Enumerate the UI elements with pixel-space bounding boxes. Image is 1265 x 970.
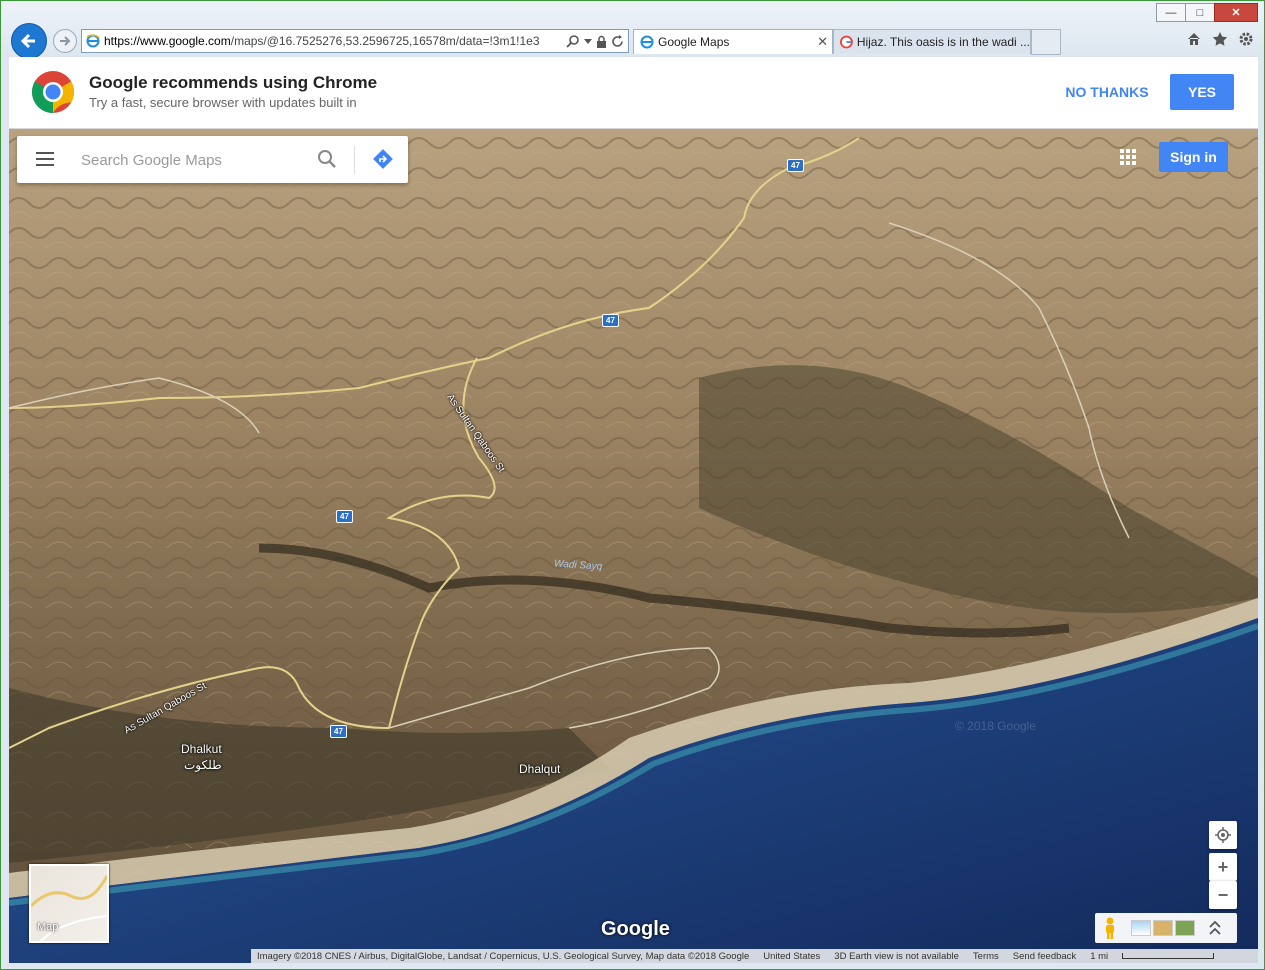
tab-label: Google Maps	[658, 35, 730, 49]
window-controls: — □ ✕	[1156, 3, 1258, 22]
tab-hijaz[interactable]: Hijaz. This oasis is in the wadi ...	[833, 29, 1031, 54]
gear-icon[interactable]	[1238, 31, 1254, 47]
close-window-button[interactable]: ✕	[1214, 3, 1258, 22]
url-text: https://www.google.com/maps/@16.7525276,…	[104, 34, 566, 48]
imagery-thumb-3[interactable]	[1175, 920, 1195, 936]
arrow-left-icon	[20, 33, 35, 49]
address-bar[interactable]: https://www.google.com/maps/@16.7525276,…	[81, 29, 629, 53]
route-47-shield: 47	[336, 510, 353, 523]
scale-bar	[1122, 953, 1215, 959]
chrome-logo-icon	[31, 71, 75, 114]
map-type-toggle[interactable]: Map	[29, 864, 109, 943]
ie-page-icon	[640, 35, 654, 49]
google-apps-icon[interactable]	[1119, 148, 1137, 166]
no-thanks-button[interactable]: NO THANKS	[1059, 74, 1155, 110]
chrome-promo-banner: Google recommends using Chrome Try a fas…	[9, 57, 1258, 129]
dropdown-arrow-icon[interactable]	[584, 37, 592, 45]
refresh-icon[interactable]	[611, 34, 624, 48]
new-tab-button[interactable]	[1031, 29, 1061, 55]
browser-window: — □ ✕ https://www.google.com/maps/@16.75…	[0, 0, 1265, 970]
scale-label[interactable]: 1 mi	[1090, 951, 1108, 962]
close-icon[interactable]: ✕	[817, 34, 828, 50]
zoom-out-button[interactable]: −	[1209, 881, 1237, 909]
place-label-dhalkut-arabic[interactable]: طلكوت	[184, 758, 222, 772]
search-divider	[354, 146, 355, 174]
zoom-in-button[interactable]: +	[1209, 853, 1237, 881]
lock-icon[interactable]	[596, 35, 607, 48]
my-location-button[interactable]	[1209, 821, 1237, 849]
title-bar: — □ ✕ https://www.google.com/maps/@16.75…	[1, 1, 1264, 59]
minimap-label: Map	[37, 921, 59, 933]
maximize-button[interactable]: □	[1185, 3, 1215, 22]
tab-label: Hijaz. This oasis is in the wadi ...	[856, 35, 1030, 49]
sign-in-button[interactable]: Sign in	[1159, 142, 1228, 172]
minimize-button[interactable]: —	[1156, 3, 1186, 22]
pegman-icon[interactable]	[1103, 917, 1117, 939]
satellite-map[interactable]: Sign in 47 47 47 47 As Sultan Qaboos St …	[9, 128, 1258, 963]
place-label-dhalqut[interactable]: Dhalqut	[519, 762, 560, 776]
route-47-shield: 47	[602, 314, 619, 327]
route-47-shield: 47	[787, 159, 804, 172]
place-label-dhalkut[interactable]: Dhalkut	[181, 742, 222, 756]
ie-page-icon	[86, 34, 100, 48]
url-host: https://www.google.com	[104, 34, 231, 48]
imagery-thumb-1[interactable]	[1131, 920, 1151, 936]
chevron-up-icon[interactable]	[1209, 921, 1221, 935]
location-target-icon	[1215, 827, 1231, 843]
browser-tools	[1186, 31, 1254, 47]
search-box[interactable]	[17, 136, 408, 183]
google-favicon-icon	[840, 35, 853, 49]
page-content: Google recommends using Chrome Try a fas…	[9, 57, 1258, 963]
yes-button[interactable]: YES	[1170, 74, 1234, 110]
route-47-shield: 47	[330, 725, 347, 738]
search-input[interactable]	[79, 148, 305, 172]
satellite-imagery	[9, 128, 1258, 963]
url-path: /maps/@16.7525276,53.2596725,16578m/data…	[230, 34, 540, 48]
forward-button[interactable]	[53, 29, 77, 53]
attribution-bar: Imagery ©2018 CNES / Airbus, DigitalGlob…	[251, 949, 1258, 963]
earth-view-note: 3D Earth view is not available	[834, 950, 959, 962]
imagery-credit: Imagery ©2018 CNES / Airbus, DigitalGlob…	[257, 950, 750, 962]
promo-title: Google recommends using Chrome	[89, 73, 378, 92]
directions-icon[interactable]	[372, 148, 394, 170]
search-icon[interactable]	[317, 149, 337, 169]
back-button[interactable]	[11, 23, 47, 59]
terms-link[interactable]: Terms	[973, 951, 999, 962]
tab-google-maps[interactable]: Google Maps ✕	[633, 29, 833, 54]
imagery-watermark: © 2018 Google	[955, 719, 1036, 733]
home-icon[interactable]	[1186, 31, 1202, 47]
promo-subtitle: Try a fast, secure browser with updates …	[89, 95, 357, 110]
arrow-right-icon	[60, 36, 71, 46]
star-icon[interactable]	[1212, 31, 1228, 47]
search-icon[interactable]	[566, 34, 580, 48]
imagery-thumb-2[interactable]	[1153, 920, 1173, 936]
country-link[interactable]: United States	[763, 951, 820, 962]
hamburger-menu-icon[interactable]	[35, 152, 55, 166]
address-tools	[566, 34, 628, 48]
google-logo: Google	[601, 918, 670, 940]
map-bottom-controls	[1095, 913, 1237, 943]
send-feedback-link[interactable]: Send feedback	[1013, 951, 1076, 962]
